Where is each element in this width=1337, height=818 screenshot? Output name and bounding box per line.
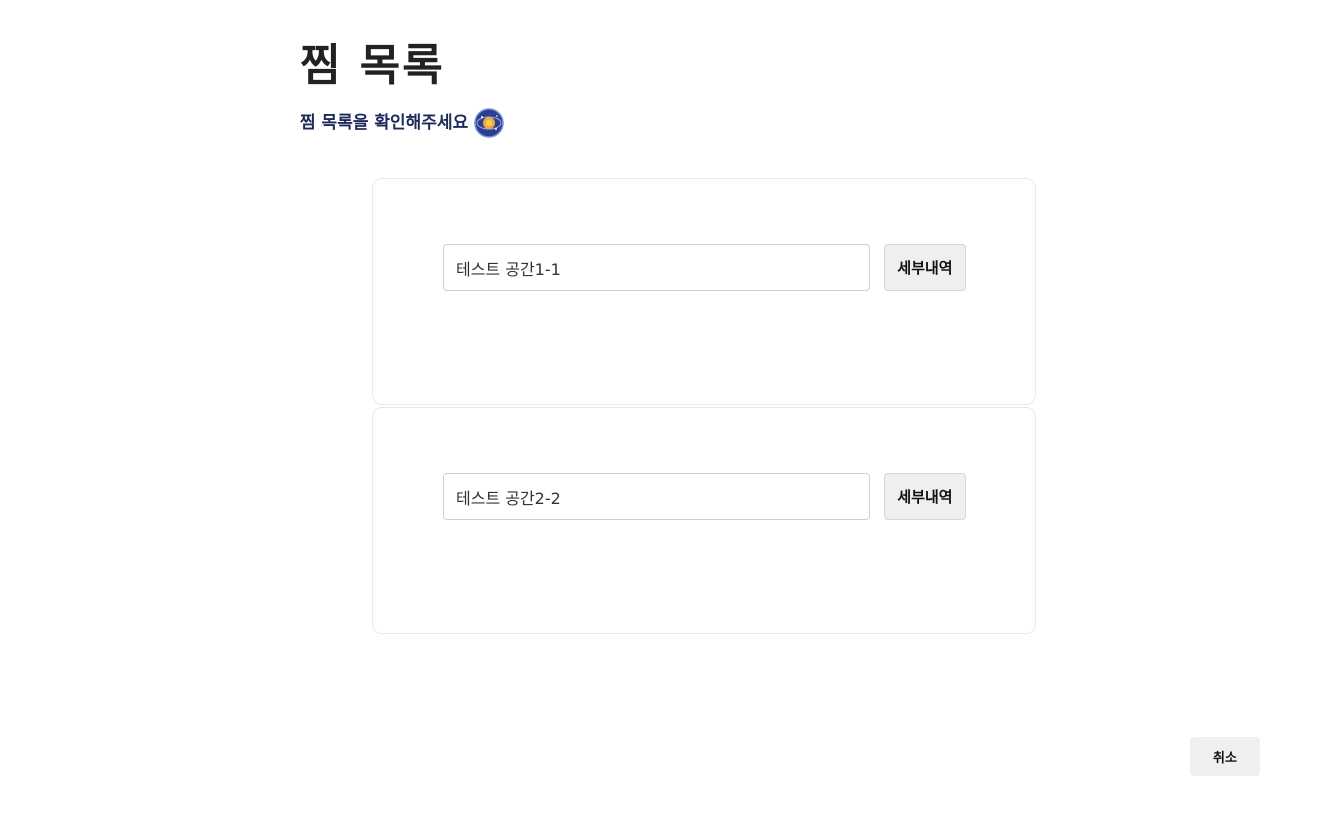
wishlist-card: 세부내역	[372, 178, 1036, 405]
wishlist-item-field[interactable]	[443, 473, 870, 520]
globe-icon	[474, 108, 504, 138]
wishlist-item-field[interactable]	[443, 244, 870, 291]
detail-button[interactable]: 세부내역	[884, 473, 966, 520]
wishlist-card: 세부내역	[372, 407, 1036, 634]
page-title: 찜 목록	[300, 40, 445, 91]
detail-button[interactable]: 세부내역	[884, 244, 966, 291]
subtitle-row: 찜 목록을 확인해주세요	[300, 108, 504, 138]
page-subtitle: 찜 목록을 확인해주세요	[300, 113, 469, 133]
cancel-button[interactable]: 취소	[1190, 737, 1260, 776]
wishlist-page: 찜 목록 찜 목록을 확인해주세요 세부내역 세부내역 취소	[0, 0, 1337, 818]
